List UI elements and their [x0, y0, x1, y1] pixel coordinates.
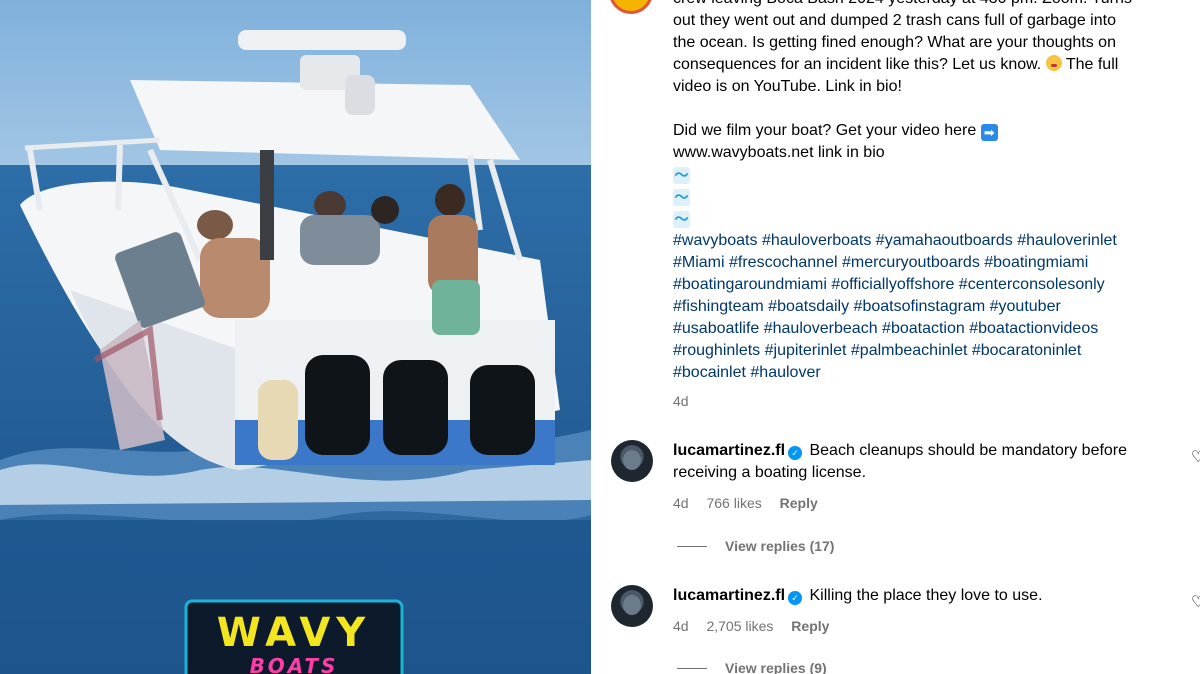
- hashtag-line[interactable]: #boatingaroundmiami #officiallyoffshore …: [673, 274, 1163, 296]
- comment-meta: 4d 766 likes Reply: [673, 495, 832, 511]
- reply-button[interactable]: Reply: [791, 618, 829, 634]
- hashtag-line[interactable]: #bocainlet #haulover: [673, 362, 1163, 384]
- flushed-face-emoji-icon: [1045, 55, 1062, 71]
- comment-likes[interactable]: 766 likes: [706, 495, 761, 511]
- comment-text: Killing the place they love to use.: [809, 587, 1043, 604]
- verified-badge-icon: ✓: [788, 591, 803, 605]
- caption-spacer: [673, 98, 1163, 120]
- wavy-boats-logo: WAVY BOATS: [186, 601, 402, 674]
- like-heart-icon[interactable]: ♡: [1191, 595, 1200, 611]
- commenter-avatar[interactable]: [611, 440, 653, 482]
- post-media[interactable]: WAVY BOATS: [0, 0, 591, 674]
- caption-line: out they went out and dumped 2 trash can…: [673, 12, 1116, 29]
- comment-username[interactable]: lucamartinez.fl: [673, 587, 785, 604]
- comment-text: receiving a boating license.: [673, 464, 867, 481]
- right-arrow-emoji-icon: ➡: [980, 124, 998, 141]
- commenter-avatar[interactable]: [611, 585, 653, 627]
- wave-emoji-row: 〜: [673, 186, 1163, 208]
- hashtag-line[interactable]: #fishingteam #boatsdaily #boatsofinstagr…: [673, 296, 1163, 318]
- logo-wordmark-top: WAVY: [216, 610, 372, 656]
- hashtag-line[interactable]: #usaboatlife #hauloverbeach #boataction …: [673, 318, 1163, 340]
- caption-timestamp[interactable]: 4d: [673, 390, 1163, 412]
- replies-divider-line: [677, 667, 707, 669]
- wave-emoji-icon: 〜: [673, 188, 690, 206]
- hashtag-line[interactable]: #wavyboats #hauloverboats #yamahaoutboar…: [673, 230, 1163, 252]
- view-replies-button[interactable]: View replies (9): [677, 660, 827, 674]
- caption-line: the ocean. Is getting fined enough? What…: [673, 34, 1116, 51]
- caption-line: consequences for an incident like this? …: [673, 55, 1119, 73]
- caption-line: video is on YouTube. Link in bio!: [673, 78, 902, 95]
- post-side-panel: crew leaving Boca Bash 2024 yesterday at…: [591, 0, 1200, 674]
- verified-badge-icon: ✓: [788, 446, 803, 460]
- comment-body: lucamartinez.fl ✓ Beach cleanups should b…: [673, 440, 1153, 484]
- comment-meta: 4d 2,705 likes Reply: [673, 618, 843, 634]
- view-replies-button[interactable]: View replies (17): [677, 538, 834, 554]
- post-caption: crew leaving Boca Bash 2024 yesterday at…: [673, 0, 1163, 412]
- view-replies-label: View replies (17): [725, 538, 835, 554]
- caption-film-line: Did we film your boat? Get your video he…: [673, 120, 1163, 142]
- wave-emoji-row: 〜: [673, 208, 1163, 230]
- hashtag-line[interactable]: #roughinlets #jupiterinlet #palmbeachinl…: [673, 340, 1163, 362]
- comment-text: Beach cleanups should be mandatory befor…: [809, 442, 1128, 459]
- comment-likes[interactable]: 2,705 likes: [706, 618, 773, 634]
- logo-wordmark-bottom: BOATS: [249, 654, 339, 674]
- comment-username[interactable]: lucamartinez.fl: [673, 442, 785, 459]
- hashtag-block: #wavyboats #hauloverboats #yamahaoutboar…: [673, 230, 1163, 384]
- comment-body: lucamartinez.fl ✓ Killing the place they …: [673, 585, 1153, 607]
- boat-video-frame: [0, 0, 591, 674]
- reply-button[interactable]: Reply: [780, 495, 818, 511]
- author-avatar[interactable]: [609, 0, 653, 14]
- replies-divider-line: [677, 545, 707, 547]
- caption-site-line: www.wavyboats.net link in bio: [673, 144, 885, 161]
- wave-emoji-icon: 〜: [673, 210, 690, 228]
- hashtag-line[interactable]: #Miami #frescochannel #mercuryoutboards …: [673, 252, 1163, 274]
- wave-emoji-row: 〜: [673, 164, 1163, 186]
- comment-time[interactable]: 4d: [673, 495, 689, 511]
- like-heart-icon[interactable]: ♡: [1191, 450, 1200, 466]
- view-replies-label: View replies (9): [725, 660, 827, 674]
- wave-emoji-icon: 〜: [673, 166, 690, 184]
- caption-line: crew leaving Boca Bash 2024 yesterday at…: [673, 0, 1163, 10]
- comment-time[interactable]: 4d: [673, 618, 689, 634]
